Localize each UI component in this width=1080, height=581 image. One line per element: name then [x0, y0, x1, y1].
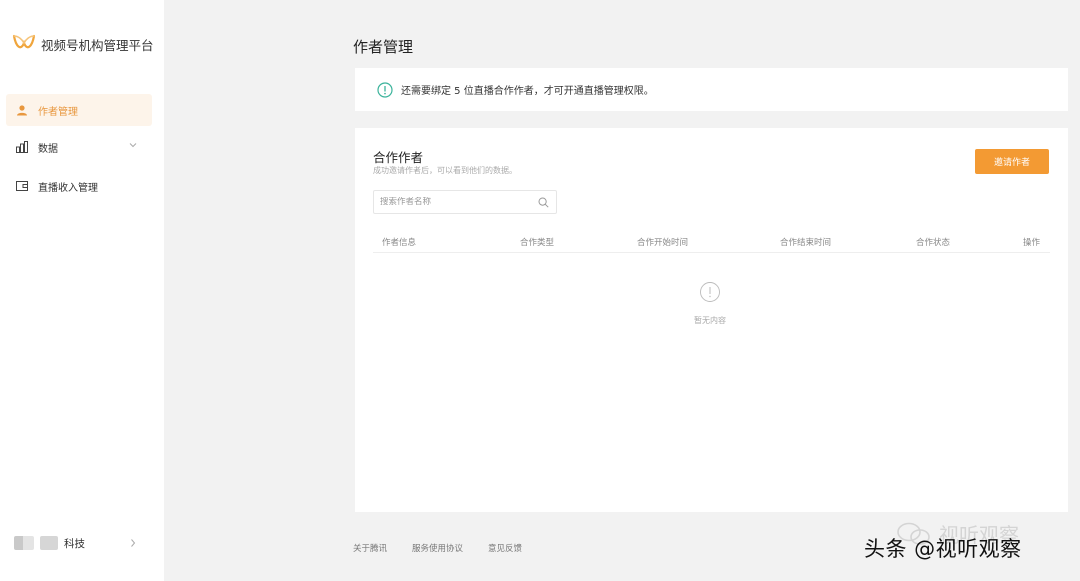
org-switcher[interactable]: 科技 — [14, 532, 144, 554]
footer: 关于腾讯 服务使用协议 意见反馈 — [353, 542, 522, 554]
column-header: 合作状态 — [916, 238, 951, 248]
empty-state-text: 暂无内容 — [694, 316, 726, 325]
search-icon[interactable] — [538, 197, 549, 208]
sidebar-item-label: 数据 — [38, 143, 58, 155]
sidebar-item-live-income[interactable]: 直播收入管理 — [6, 170, 152, 202]
brand-name: 视频号机构管理平台 — [41, 37, 154, 53]
info-circle-icon — [377, 81, 393, 98]
footer-link-feedback[interactable]: 意见反馈 — [488, 542, 522, 554]
watermark-text: 头条 @视听观察 — [864, 537, 1022, 561]
column-header: 合作类型 — [520, 238, 555, 248]
sidebar-item-label: 直播收入管理 — [38, 182, 98, 194]
logo-icon — [12, 34, 36, 49]
footer-link-terms[interactable]: 服务使用协议 — [412, 542, 463, 554]
user-icon — [16, 104, 28, 116]
notice-text: 还需要绑定 5 位直播合作作者，才可开通直播管理权限。 — [401, 86, 654, 97]
section-title: 合作作者 — [373, 150, 424, 165]
empty-state-icon — [700, 282, 720, 302]
search-box — [373, 190, 557, 214]
sidebar-item-author-management[interactable]: 作者管理 — [6, 94, 152, 126]
bar-chart-icon — [16, 141, 28, 153]
column-header: 合作结束时间 — [780, 238, 832, 248]
page-title: 作者管理 — [353, 38, 414, 56]
sidebar-item-data[interactable]: 数据 — [6, 131, 152, 163]
invite-author-button[interactable]: 邀请作者 — [975, 149, 1049, 174]
column-header: 作者信息 — [382, 238, 417, 248]
redacted-name — [40, 536, 58, 550]
column-header: 合作开始时间 — [637, 238, 689, 248]
column-header: 操作 — [1023, 238, 1041, 248]
sidebar-item-label: 作者管理 — [38, 106, 78, 118]
section-subtitle: 成功邀请作者后，可以看到他们的数据。 — [373, 166, 517, 175]
avatar — [14, 536, 34, 550]
footer-link-about[interactable]: 关于腾讯 — [353, 542, 387, 554]
sidebar: 视频号机构管理平台 作者管理 数据 直播收入管理 科技 — [0, 0, 164, 581]
brand: 视频号机构管理平台 — [12, 33, 154, 55]
notice-banner: 还需要绑定 5 位直播合作作者，才可开通直播管理权限。 — [355, 68, 1068, 111]
search-input[interactable] — [380, 197, 530, 207]
org-name: 科技 — [64, 537, 85, 550]
table-header: 作者信息 合作类型 合作开始时间 合作结束时间 合作状态 操作 — [373, 231, 1050, 253]
chevron-right-icon — [131, 539, 136, 547]
wallet-icon — [16, 180, 28, 192]
chevron-down-icon — [129, 143, 137, 148]
partners-panel: 合作作者 成功邀请作者后，可以看到他们的数据。 邀请作者 作者信息 合作类型 合… — [355, 128, 1068, 512]
